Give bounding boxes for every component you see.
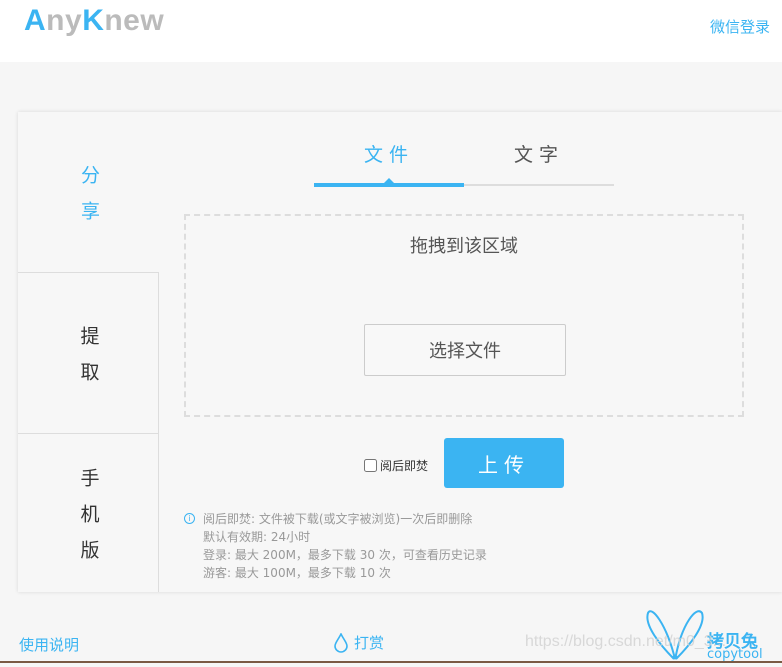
main-card: 分享 提取 手机版 文件 文字 拖拽到该区域 选择文件 阅后即焚 上传 i 阅后… — [18, 112, 782, 592]
sidebar-item-share[interactable]: 分享 — [18, 112, 159, 272]
sidebar-item-label: 分享 — [78, 164, 100, 237]
upload-button[interactable]: 上传 — [444, 438, 564, 488]
dropzone[interactable]: 拖拽到该区域 选择文件 — [184, 214, 744, 417]
note-line: 登录: 最大 200M，最多下载 30 次，可查看历史记录 — [203, 548, 487, 562]
dropzone-text: 拖拽到该区域 — [410, 236, 518, 257]
sidebar-item-mobile[interactable]: 手机版 — [18, 433, 159, 592]
logo-new: new — [104, 4, 165, 37]
notes: i 阅后即焚: 文件被下载(或文字被浏览)一次后即删除 默认有效期: 24小时 … — [184, 510, 487, 582]
logo-ny: ny — [46, 4, 83, 37]
choose-file-button[interactable]: 选择文件 — [364, 324, 566, 376]
info-icon: i — [184, 513, 195, 524]
logo[interactable]: AnyKnew — [24, 4, 164, 38]
sidebar-item-label: 手机版 — [77, 467, 100, 576]
watermark: https://blog.csdn.net/m0_3... — [525, 633, 727, 650]
sidebar: 分享 提取 手机版 — [18, 112, 159, 592]
help-link[interactable]: 使用说明 — [19, 634, 79, 655]
note-line: 阅后即焚: 文件被下载(或文字被浏览)一次后即删除 — [203, 512, 473, 526]
logo-a: A — [24, 4, 47, 37]
tab-file[interactable]: 文件 — [314, 140, 464, 187]
tabs: 文件 文字 — [314, 140, 614, 187]
wechat-login-link[interactable]: 微信登录 — [710, 16, 770, 37]
tip-label: 打赏 — [354, 634, 385, 652]
burn-checkbox[interactable] — [364, 459, 377, 472]
tab-text[interactable]: 文字 — [464, 140, 614, 184]
note-line: 游客: 最大 100M，最多下载 10 次 — [203, 566, 391, 580]
sidebar-item-extract[interactable]: 提取 — [18, 272, 159, 433]
header: AnyKnew 微信登录 — [0, 0, 782, 62]
tip-link[interactable]: 打赏 — [334, 632, 384, 653]
logo-k: K — [82, 4, 105, 37]
burn-label: 阅后即焚 — [380, 459, 429, 473]
droplet-icon — [334, 632, 348, 653]
note-line: 默认有效期: 24小时 — [203, 530, 311, 544]
burn-after-reading[interactable]: 阅后即焚 — [364, 457, 428, 474]
sidebar-item-label: 提取 — [77, 325, 100, 398]
